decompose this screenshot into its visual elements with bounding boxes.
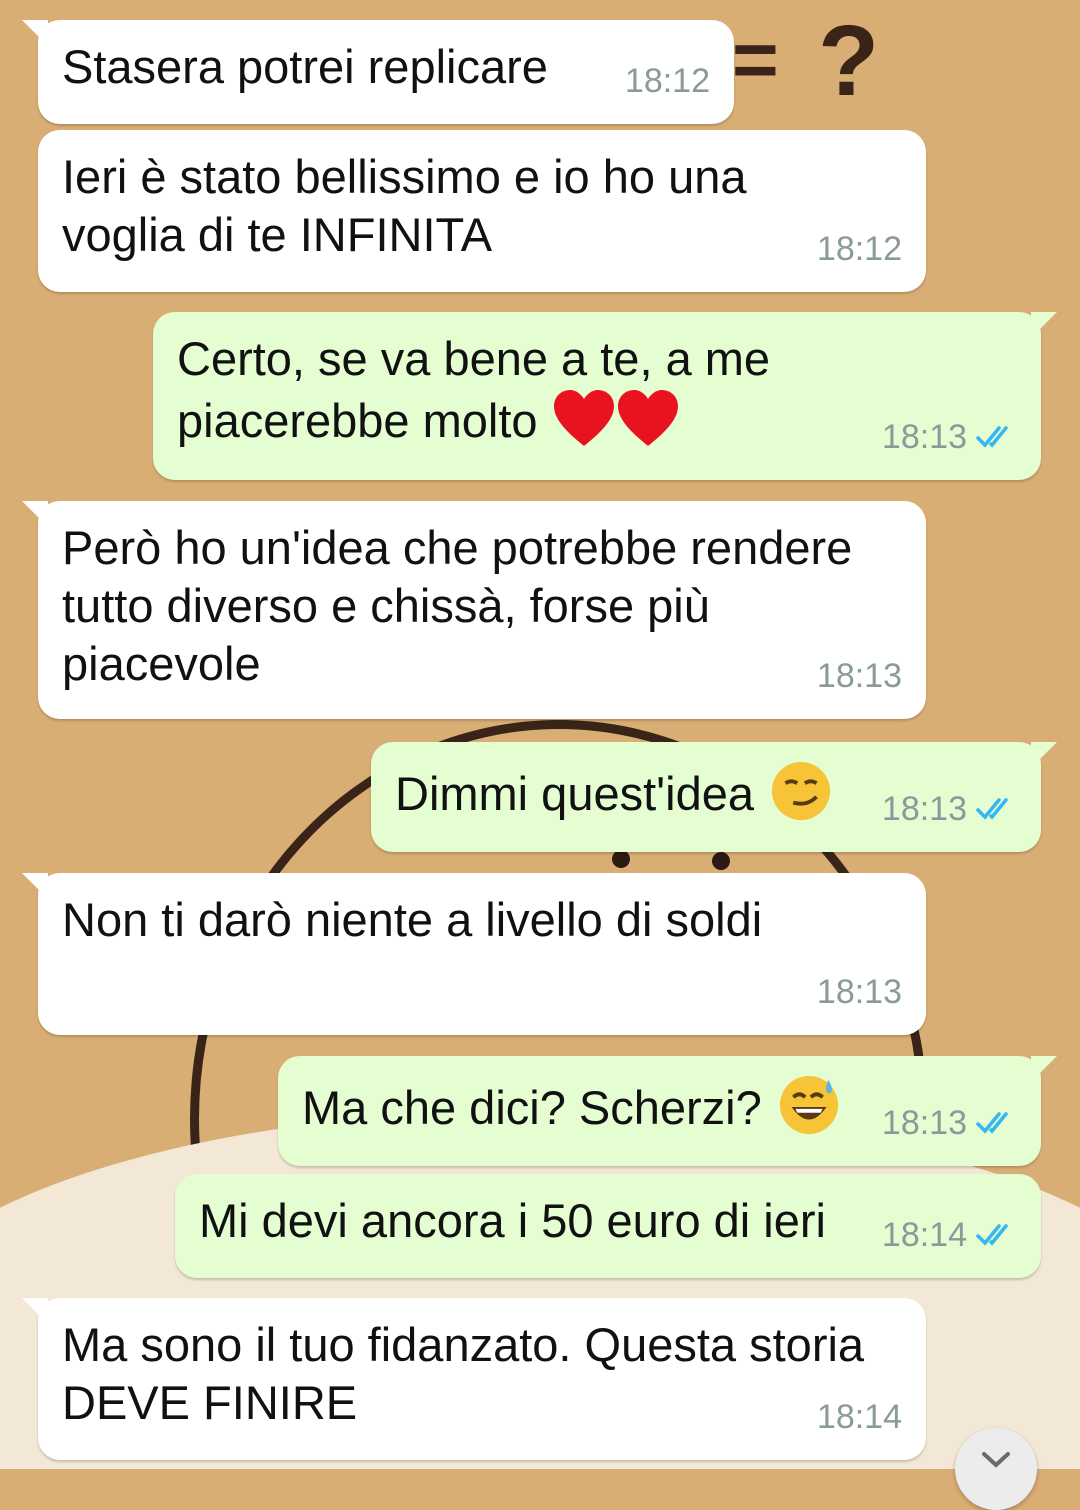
message-meta: 18:13 — [817, 963, 902, 1021]
message-bubble-incoming[interactable]: Però ho un'idea che potrebbe rendere tut… — [22, 501, 926, 719]
message-text: Ieri è stato bellissimo e io ho una vogl… — [62, 150, 747, 261]
message-time: 18:13 — [816, 973, 902, 1011]
message-meta: 18:14 — [817, 1388, 902, 1446]
message-bubble-incoming[interactable]: Ieri è stato bellissimo e io ho una vogl… — [38, 130, 926, 292]
message-time: 18:14 — [816, 1398, 902, 1436]
message-time: 18:12 — [624, 62, 710, 100]
grinning-sweat-face-icon — [778, 1074, 840, 1149]
message-meta: 18:13 — [882, 408, 1017, 466]
message-bubble-outgoing[interactable]: Dimmi quest'idea 18:13 — [371, 742, 1057, 852]
message-bubble-outgoing[interactable]: Mi devi ancora i 50 euro di ieri 18:14 — [175, 1174, 1041, 1278]
message-meta: 18:14 — [882, 1206, 1017, 1264]
message-time: 18:13 — [881, 418, 967, 456]
message-time: 18:14 — [881, 1216, 967, 1254]
chat-message-list[interactable]: Stasera potrei replicare 18:12 Ieri è st… — [0, 0, 1080, 1469]
message-time: 18:12 — [816, 230, 902, 268]
red-heart-icon — [552, 388, 616, 461]
message-text: Stasera potrei replicare — [62, 40, 548, 93]
message-time: 18:13 — [816, 657, 902, 695]
message-time: 18:13 — [881, 1104, 967, 1142]
message-text: Non ti darò niente a livello di soldi — [62, 893, 763, 946]
chevron-down-icon — [982, 1452, 1010, 1468]
bubble-tail — [22, 501, 48, 527]
message-meta: 18:13 — [882, 780, 1017, 838]
message-time: 18:13 — [881, 790, 967, 828]
message-bubble-outgoing[interactable]: Certo, se va bene a te, a me piacerebbe … — [153, 312, 1057, 480]
double-check-icon — [976, 1112, 1008, 1134]
double-check-icon — [976, 798, 1008, 820]
message-meta: 18:13 — [882, 1094, 1017, 1152]
message-bubble-outgoing[interactable]: Ma che dici? Scherzi? 18:13 — [278, 1056, 1057, 1166]
message-bubble-incoming[interactable]: Non ti darò niente a livello di soldi 18… — [22, 873, 926, 1035]
bubble-tail — [1031, 742, 1057, 768]
message-bubble-incoming[interactable]: Stasera potrei replicare 18:12 — [22, 20, 734, 124]
message-bubble-incoming[interactable]: Ma sono il tuo fidanzato. Questa storia … — [22, 1298, 926, 1460]
smirking-face-icon — [770, 760, 832, 835]
bubble-tail — [22, 20, 48, 46]
double-check-icon — [976, 426, 1008, 448]
message-meta: 18:12 — [625, 52, 710, 110]
bubble-tail — [22, 873, 48, 899]
red-heart-icon — [616, 388, 680, 461]
double-check-icon — [976, 1224, 1008, 1246]
bubble-tail — [1031, 312, 1057, 338]
bubble-tail — [22, 1298, 48, 1324]
bubble-tail — [1031, 1056, 1057, 1082]
message-meta: 18:12 — [817, 220, 902, 278]
message-meta: 18:13 — [817, 647, 902, 705]
message-text: Però ho un'idea che potrebbe rendere tut… — [62, 521, 853, 690]
scroll-to-bottom-button[interactable] — [955, 1428, 1037, 1510]
message-text: Ma sono il tuo fidanzato. Questa storia … — [62, 1318, 865, 1429]
